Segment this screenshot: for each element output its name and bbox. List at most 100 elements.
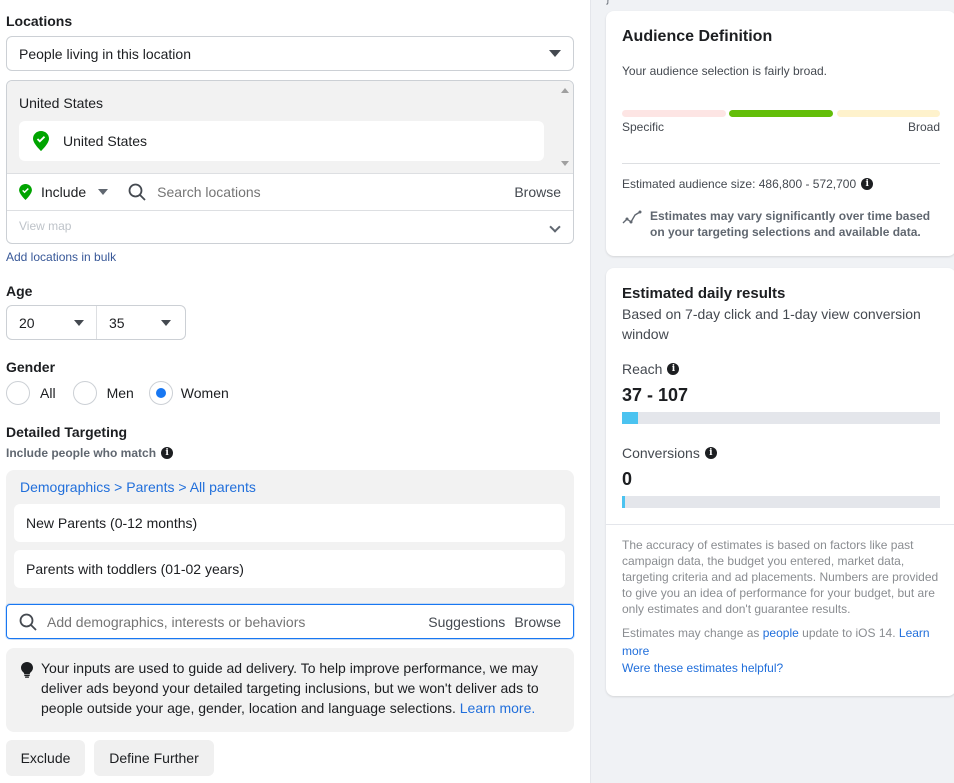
trend-line-icon [622, 210, 642, 224]
location-selector: United States United States Include Sear… [6, 80, 574, 244]
breadcrumb-separator: > [114, 479, 123, 495]
targeting-item[interactable]: Parents with toddlers (01-02 years) [14, 550, 565, 588]
audience-definition-card: Audience Definition Your audience select… [606, 11, 954, 256]
suggestions-button[interactable]: Suggestions [428, 614, 505, 630]
audience-size-text: Estimated audience size: 486,800 - 572,7… [622, 177, 857, 191]
exclude-button[interactable]: Exclude [6, 740, 85, 776]
audience-size: Estimated audience size: 486,800 - 572,7… [622, 177, 874, 191]
gender-option-label: Men [106, 385, 134, 401]
daily-results-subtitle: Based on 7-day click and 1-day view conv… [622, 306, 921, 342]
estimates-sidebar: } Audience Definition Your audience sele… [590, 0, 954, 783]
targeting-browse-button[interactable]: Browse [514, 614, 561, 630]
targeting-panel: Locations People living in this location… [0, 0, 590, 783]
learn-more-link[interactable]: Learn more. [460, 700, 535, 716]
reach-bar-fill [622, 412, 638, 424]
radio-all[interactable] [6, 381, 30, 405]
meter-segment-active [729, 110, 833, 117]
targeting-item[interactable]: New Parents (0-12 months) [14, 504, 565, 542]
location-browse-button[interactable]: Browse [514, 184, 561, 200]
gender-option-women[interactable]: Women [148, 381, 229, 405]
info-icon[interactable]: i [667, 363, 680, 375]
targeting-breadcrumb: Demographics > Parents > All parents [20, 479, 256, 495]
detailed-targeting-input[interactable] [47, 613, 429, 630]
ios-notice-suffix: update to iOS 14. [802, 626, 896, 640]
people-link[interactable]: people [763, 626, 799, 640]
caret-down-icon [549, 50, 561, 57]
audience-definition-title: Audience Definition [622, 28, 773, 45]
include-pin-icon [33, 131, 49, 151]
breadcrumb-parents[interactable]: Parents [126, 479, 174, 495]
view-map-toggle[interactable]: View map [7, 211, 573, 243]
meter-label-broad: Broad [907, 120, 940, 134]
location-search-input[interactable] [157, 184, 515, 200]
caret-down-icon [161, 319, 171, 326]
estimates-disclaimer: The accuracy of estimates is based on fa… [622, 538, 939, 616]
divider [622, 163, 940, 164]
location-type-value: People living in this location [19, 45, 191, 62]
gender-option-all[interactable]: All [6, 381, 56, 405]
conversions-value: 0 [622, 469, 633, 489]
meter-label-specific: Specific [622, 120, 665, 134]
include-pin-icon [19, 184, 32, 200]
location-group-title: United States [19, 95, 104, 111]
radio-women[interactable] [148, 381, 173, 405]
search-icon [19, 613, 37, 631]
divider [606, 524, 954, 525]
breadcrumb-demographics[interactable]: Demographics [20, 479, 110, 495]
age-max-select[interactable]: 35 [97, 306, 185, 339]
scroll-up-arrow[interactable] [561, 88, 569, 93]
view-map-label: View map [19, 219, 72, 233]
include-select-label: Include [41, 184, 87, 200]
reach-label: Reach i [622, 361, 680, 377]
age-min-select[interactable]: 20 [7, 306, 97, 339]
breadcrumb-all-parents[interactable]: All parents [190, 479, 256, 495]
conversions-bar [622, 496, 940, 508]
define-further-button[interactable]: Define Further [94, 740, 214, 776]
info-icon[interactable]: i [704, 447, 717, 459]
age-label: Age [6, 283, 33, 299]
selected-locations-list[interactable]: United States United States [7, 81, 573, 174]
scroll-down-arrow[interactable] [561, 161, 569, 166]
audience-summary: Your audience selection is fairly broad. [622, 64, 828, 78]
age-min-value: 20 [19, 314, 35, 331]
variance-note: Estimates may vary significantly over ti… [650, 209, 931, 239]
ios-notice: Estimates may change as people update to… [622, 624, 944, 660]
location-search-row: Include Browse [7, 174, 573, 211]
daily-results-card: Estimated daily results Based on 7-day c… [606, 268, 954, 696]
locations-label: Locations [6, 13, 73, 29]
include-match-sublabel: Include people who match i [6, 446, 174, 460]
location-chip-label: United States [63, 133, 148, 149]
gender-option-label: All [40, 385, 56, 401]
add-locations-bulk-link[interactable]: Add locations in bulk [6, 250, 116, 264]
include-match-text: Include people who match [6, 446, 157, 460]
caret-down-icon [74, 319, 84, 326]
gender-label: Gender [6, 359, 56, 375]
gender-option-label: Women [180, 385, 229, 401]
estimates-feedback-link[interactable]: Were these estimates helpful? [622, 661, 783, 675]
location-type-select[interactable]: People living in this location [6, 36, 574, 71]
daily-results-title: Estimated daily results [622, 285, 786, 302]
meter-segment-broad [837, 110, 940, 117]
radio-men[interactable] [72, 381, 97, 405]
info-icon[interactable]: i [161, 447, 174, 459]
meter-segment-specific [622, 110, 726, 117]
reach-value: 37 - 107 [622, 385, 689, 405]
reach-label-text: Reach [622, 361, 663, 377]
code-brace-fragment: } [606, 0, 610, 5]
lightbulb-icon [21, 662, 33, 678]
reach-bar [622, 412, 940, 424]
info-icon[interactable]: i [861, 178, 874, 190]
conversions-label-text: Conversions [622, 445, 700, 461]
breadcrumb-separator: > [178, 479, 187, 495]
location-chip[interactable]: United States [19, 121, 544, 161]
conversions-bar-fill [622, 496, 626, 508]
detailed-targeting-search: Suggestions Browse [6, 604, 574, 639]
ios-notice-prefix: Estimates may change as [622, 626, 760, 640]
caret-down-icon [98, 189, 109, 195]
include-select[interactable]: Include [19, 184, 109, 200]
gender-option-men[interactable]: Men [72, 381, 134, 405]
delivery-notice: Your inputs are used to guide ad deliver… [6, 648, 574, 732]
conversions-label: Conversions i [622, 445, 717, 461]
gender-radio-group: All Men Women [6, 381, 229, 405]
age-max-value: 35 [109, 314, 125, 331]
